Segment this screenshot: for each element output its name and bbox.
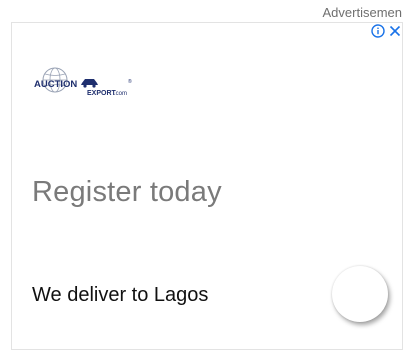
svg-text:®: ® (128, 78, 132, 85)
headline[interactable]: Register today (32, 176, 222, 209)
svg-text:.com: .com (114, 91, 127, 97)
auction-export-logo[interactable]: AUCTION EXPORT .com ® (32, 64, 142, 100)
svg-text:AUCTION: AUCTION (34, 79, 77, 90)
car-icon (81, 79, 98, 88)
cta-button[interactable] (332, 266, 388, 322)
adchoices-controls (371, 24, 402, 38)
close-icon[interactable] (388, 24, 402, 38)
svg-text:EXPORT: EXPORT (87, 90, 117, 97)
subline[interactable]: We deliver to Lagos (32, 284, 208, 307)
advertisement-label: Advertisemen (322, 5, 402, 20)
info-icon[interactable] (371, 24, 385, 38)
